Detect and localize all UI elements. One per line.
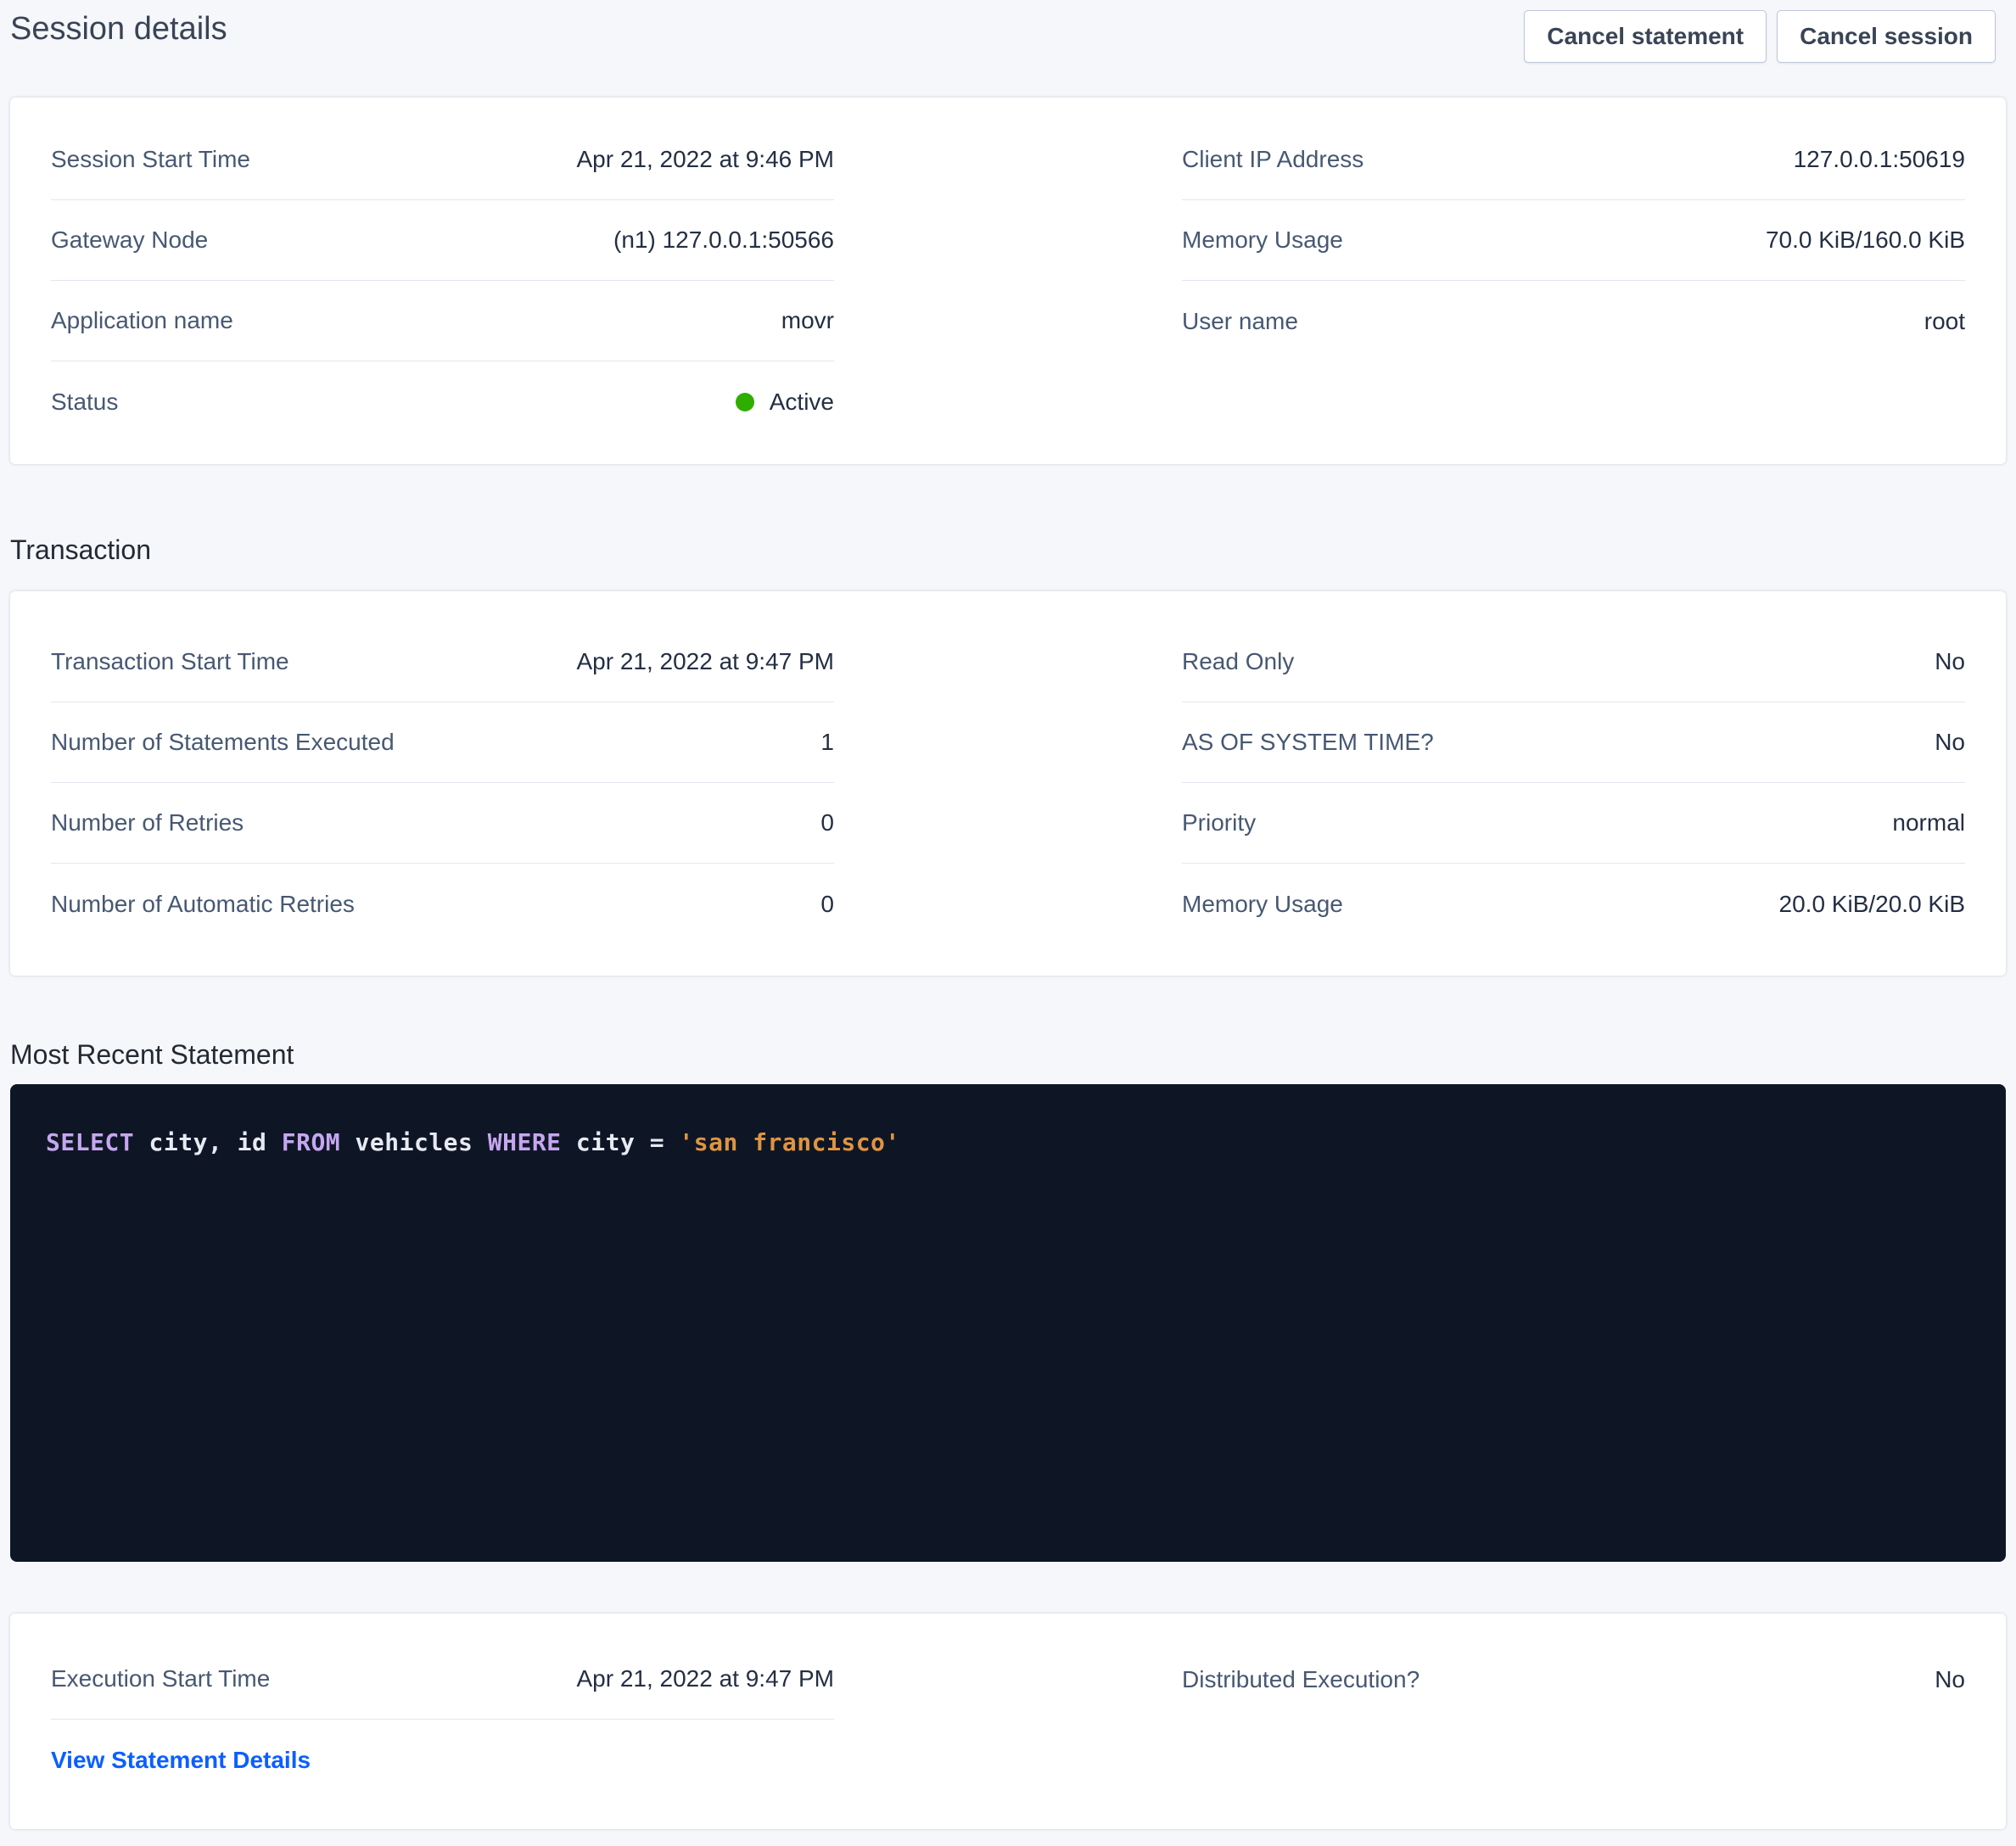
link-row: View Statement Details <box>51 1720 834 1800</box>
sql-token-string: 'san francisco' <box>679 1128 899 1156</box>
sql-statement-text: SELECT city, id FROM vehicles WHERE city… <box>46 1128 1970 1156</box>
row-label: Transaction Start Time <box>51 648 289 675</box>
row-value: normal <box>1892 809 1965 836</box>
detail-row: Client IP Address 127.0.0.1:50619 <box>1182 120 1965 200</box>
detail-row: Number of Retries 0 <box>51 783 834 864</box>
detail-row: Transaction Start Time Apr 21, 2022 at 9:… <box>51 622 834 702</box>
detail-row: Read Only No <box>1182 622 1965 702</box>
detail-row: AS OF SYSTEM TIME? No <box>1182 702 1965 783</box>
transaction-left-column: Transaction Start Time Apr 21, 2022 at 9:… <box>51 622 834 944</box>
row-label: AS OF SYSTEM TIME? <box>1182 729 1434 756</box>
statement-heading: Most Recent Statement <box>10 1035 2006 1074</box>
row-value: 0 <box>820 809 834 836</box>
sql-token-plain: city = <box>562 1128 680 1156</box>
row-value: Apr 21, 2022 at 9:47 PM <box>576 648 834 675</box>
row-value: No <box>1935 648 1965 675</box>
active-status-dot-icon <box>736 393 754 411</box>
transaction-heading: Transaction <box>10 530 2006 569</box>
row-label: Gateway Node <box>51 227 208 254</box>
row-value: 20.0 KiB/20.0 KiB <box>1779 891 1965 918</box>
detail-row: Number of Automatic Retries 0 <box>51 864 834 944</box>
row-value: No <box>1935 729 1965 756</box>
cancel-session-button[interactable]: Cancel session <box>1777 10 1996 63</box>
execution-card: Execution Start Time Apr 21, 2022 at 9:47… <box>10 1614 2006 1829</box>
detail-row: Status Active <box>51 361 834 442</box>
sql-token-keyword: WHERE <box>488 1128 562 1156</box>
session-summary-card: Session Start Time Apr 21, 2022 at 9:46 P… <box>10 98 2006 464</box>
execution-left-column: Execution Start Time Apr 21, 2022 at 9:47… <box>51 1639 834 1800</box>
cancel-statement-button[interactable]: Cancel statement <box>1524 10 1767 63</box>
sql-token-plain: city, id <box>134 1128 282 1156</box>
detail-row: Session Start Time Apr 21, 2022 at 9:46 P… <box>51 120 834 200</box>
row-label: Execution Start Time <box>51 1665 270 1692</box>
row-label: User name <box>1182 308 1298 335</box>
row-value: No <box>1935 1666 1965 1693</box>
row-value: 0 <box>820 891 834 918</box>
transaction-right-column: Read Only No AS OF SYSTEM TIME? No Priority n… <box>1182 622 1965 944</box>
detail-row: Application name movr <box>51 281 834 361</box>
transaction-card: Transaction Start Time Apr 21, 2022 at 9:… <box>10 591 2006 976</box>
detail-row: Distributed Execution? No <box>1182 1639 1965 1720</box>
row-value: 70.0 KiB/160.0 KiB <box>1766 227 1965 254</box>
row-label: Status <box>51 389 118 416</box>
detail-row: Gateway Node (n1) 127.0.0.1:50566 <box>51 200 834 281</box>
view-statement-details-link[interactable]: View Statement Details <box>51 1747 311 1774</box>
detail-row: Memory Usage 70.0 KiB/160.0 KiB <box>1182 200 1965 281</box>
row-value: root <box>1924 308 1965 335</box>
detail-row: Number of Statements Executed 1 <box>51 702 834 783</box>
sql-token-plain: vehicles <box>340 1128 488 1156</box>
execution-right-column: Distributed Execution? No <box>1182 1639 1965 1720</box>
row-label: Number of Automatic Retries <box>51 891 355 918</box>
page-title: Session details <box>10 10 227 49</box>
row-value: 127.0.0.1:50619 <box>1794 146 1965 173</box>
sql-token-keyword: SELECT <box>46 1128 134 1156</box>
row-label: Session Start Time <box>51 146 250 173</box>
row-label: Distributed Execution? <box>1182 1666 1420 1693</box>
status-text: Active <box>770 389 834 416</box>
row-label: Read Only <box>1182 648 1294 675</box>
row-label: Priority <box>1182 809 1256 836</box>
header-actions: Cancel statement Cancel session <box>1524 10 1996 63</box>
detail-row: User name root <box>1182 281 1965 361</box>
row-label: Memory Usage <box>1182 227 1343 254</box>
gateway-node-link[interactable]: (n1) 127.0.0.1:50566 <box>613 227 834 254</box>
session-summary-right-column: Client IP Address 127.0.0.1:50619 Memory U… <box>1182 120 1965 361</box>
sql-statement-box: SELECT city, id FROM vehicles WHERE city… <box>10 1084 2006 1562</box>
sql-token-keyword: FROM <box>282 1128 340 1156</box>
row-value: Apr 21, 2022 at 9:46 PM <box>576 146 834 173</box>
row-label: Client IP Address <box>1182 146 1364 173</box>
row-value: movr <box>781 307 834 334</box>
page-header: Session details Cancel statement Cancel … <box>0 0 2016 67</box>
detail-row: Memory Usage 20.0 KiB/20.0 KiB <box>1182 864 1965 944</box>
detail-row: Priority normal <box>1182 783 1965 864</box>
row-label: Number of Statements Executed <box>51 729 395 756</box>
row-label: Memory Usage <box>1182 891 1343 918</box>
detail-row: Execution Start Time Apr 21, 2022 at 9:47… <box>51 1639 834 1720</box>
row-label: Application name <box>51 307 233 334</box>
row-label: Number of Retries <box>51 809 244 836</box>
status-value: Active <box>736 389 834 416</box>
row-value: Apr 21, 2022 at 9:47 PM <box>576 1665 834 1692</box>
session-summary-left-column: Session Start Time Apr 21, 2022 at 9:46 P… <box>51 120 834 442</box>
row-value: 1 <box>820 729 834 756</box>
